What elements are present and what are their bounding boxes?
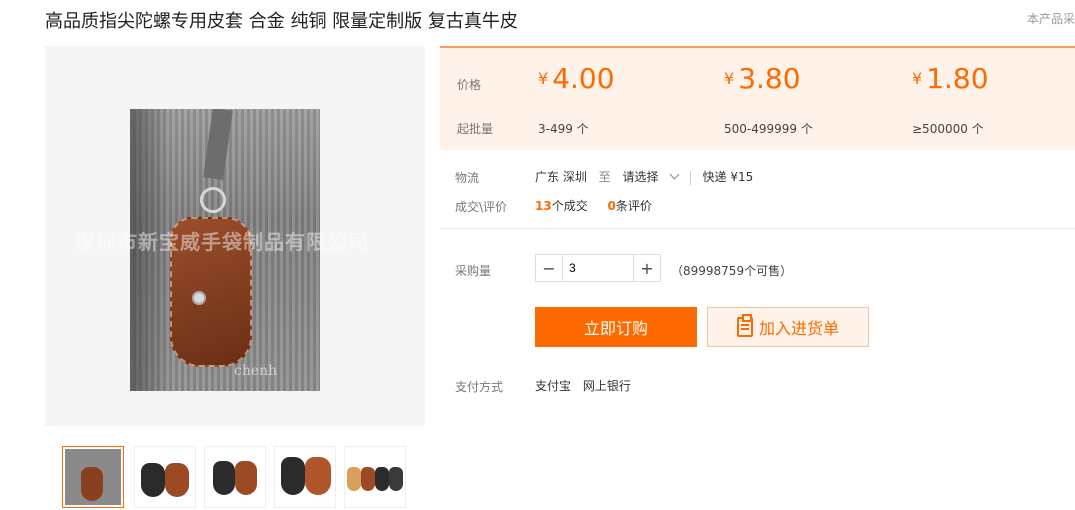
divider — [689, 170, 691, 185]
chevron-down-icon[interactable] — [669, 169, 679, 180]
product-title: 高品质指尖陀螺专用皮套 合金 纯铜 限量定制版 复古真牛皮 — [45, 11, 518, 32]
deal-suffix: 个成交 — [551, 199, 588, 213]
side-note[interactable]: 本产品采 — [1027, 10, 1075, 27]
origin-location: 广东 深圳 — [535, 170, 587, 184]
main-image-area: chenh 深圳市新宝威手袋制品有限公司 — [45, 46, 425, 426]
review-suffix[interactable]: 条评价 — [616, 199, 652, 213]
thumbnail-2[interactable] — [134, 446, 196, 508]
clipboard-icon — [736, 314, 753, 337]
deals-row: 13个成交 0条评价 — [535, 197, 652, 214]
tier-price: 3.80 — [738, 62, 801, 95]
image-caption: chenh — [234, 363, 278, 379]
tier-price: 1.80 — [926, 62, 989, 95]
quantity-stepper: − + — [535, 254, 661, 282]
price-tier-2: ¥3.80 500-499999 个 — [724, 62, 813, 136]
deal-count: 13 — [535, 199, 552, 213]
thumbnail-4[interactable] — [274, 446, 336, 508]
section-divider — [440, 228, 1075, 229]
quantity-input[interactable] — [562, 255, 634, 281]
currency-symbol: ¥ — [538, 69, 549, 88]
price-label: 价格 — [457, 78, 482, 92]
add-to-cart-label: 加入进货单 — [758, 319, 839, 338]
thumbnail-1[interactable] — [62, 446, 124, 508]
image-watermark: 深圳市新宝威手袋制品有限公司 — [75, 230, 369, 254]
logistics-row: 广东 深圳 至 请选择 快递 ¥15 — [535, 168, 753, 185]
payment-method-online-bank: 网上银行 — [582, 379, 631, 393]
order-now-button[interactable]: 立即订购 — [535, 307, 697, 347]
deals-label: 成交\评价 — [455, 200, 508, 214]
destination-select[interactable]: 请选择 — [623, 170, 659, 184]
tier-range: 3-499 个 — [538, 122, 589, 136]
stock-available: （89998759个可售） — [671, 264, 793, 278]
to-text: 至 — [598, 170, 611, 184]
currency-symbol: ¥ — [724, 69, 735, 88]
logistics-label: 物流 — [455, 171, 480, 185]
payment-methods: 支付宝 网上银行 — [535, 377, 631, 394]
quantity-label: 采购量 — [455, 264, 492, 278]
thumbnail-3[interactable] — [204, 446, 266, 508]
price-tier-3: ¥1.80 ≥500000 个 — [912, 62, 989, 136]
tier-range: 500-499999 个 — [724, 122, 813, 136]
decrease-button[interactable]: − — [536, 255, 562, 281]
order-now-label: 立即订购 — [583, 319, 648, 338]
price-panel: 价格 起批量 ¥4.00 3-499 个 ¥3.80 500-499999 个 … — [440, 46, 1075, 150]
tier-range: ≥500000 个 — [912, 122, 984, 136]
tier-price: 4.00 — [552, 62, 615, 95]
add-to-cart-button[interactable]: 加入进货单 — [707, 307, 869, 347]
min-qty-label: 起批量 — [457, 122, 494, 136]
increase-button[interactable]: + — [634, 255, 660, 281]
payment-label: 支付方式 — [455, 380, 504, 394]
review-count[interactable]: 0 — [608, 199, 616, 213]
thumbnail-5[interactable] — [344, 446, 406, 508]
snap-button-shape — [192, 291, 206, 305]
price-tier-1: ¥4.00 3-499 个 — [538, 62, 615, 136]
payment-method-alipay: 支付宝 — [535, 379, 572, 393]
currency-symbol: ¥ — [912, 69, 923, 88]
shipping-fee: 快递 ¥15 — [702, 170, 754, 184]
key-ring-shape — [200, 187, 226, 213]
